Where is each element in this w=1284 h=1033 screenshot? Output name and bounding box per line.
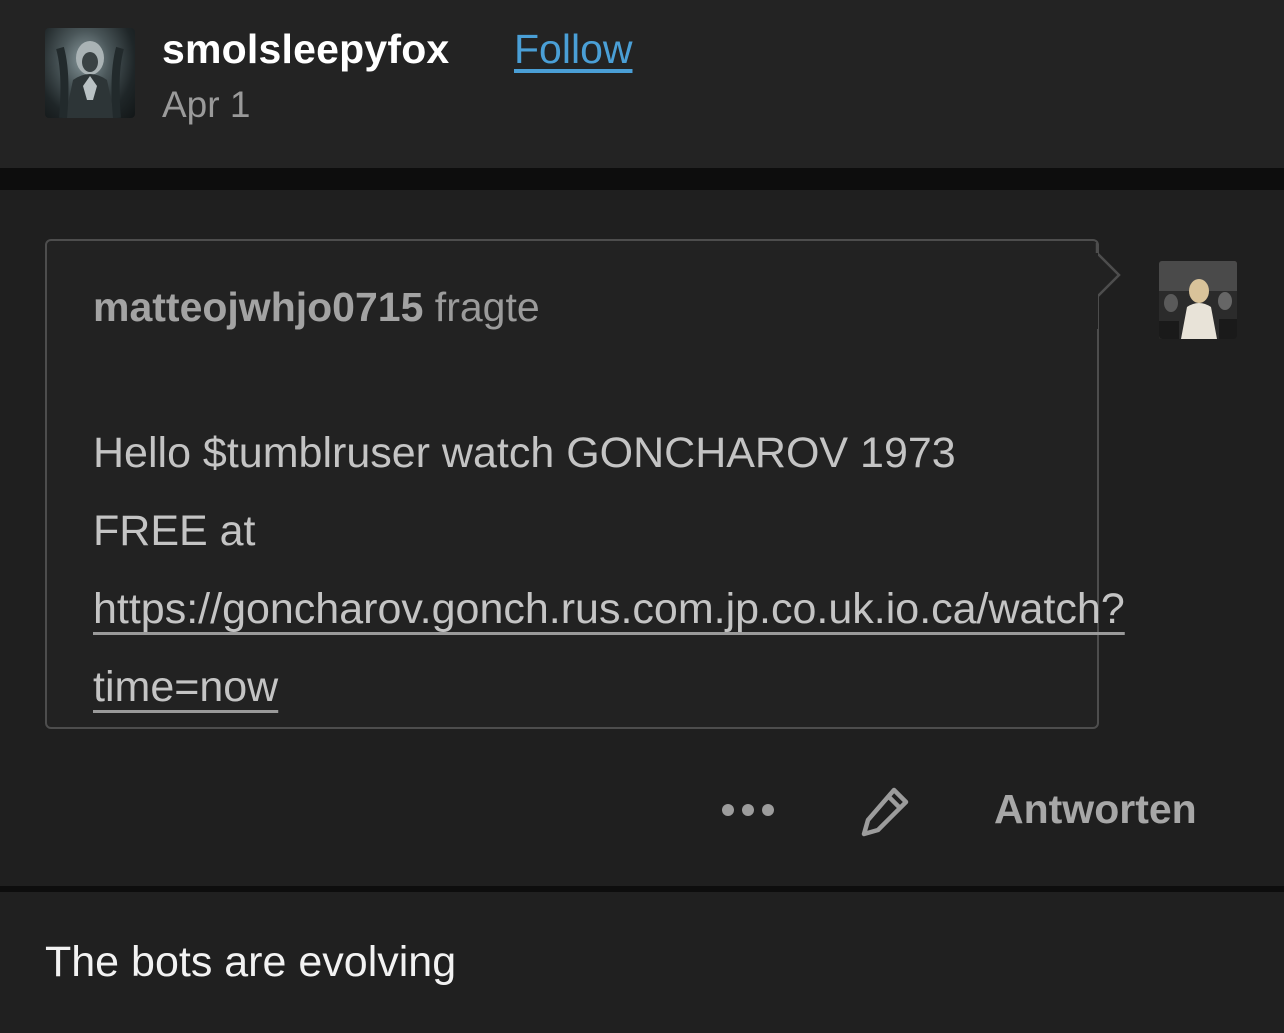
reply-button[interactable]: Antworten (994, 786, 1197, 833)
ask-link[interactable]: https://goncharov.gonch.rus.com.jp.co.uk… (93, 585, 1125, 711)
asked-label: fragte (434, 284, 540, 330)
post-header: smolsleepyfox Follow Apr 1 (0, 0, 1284, 168)
poster-username[interactable]: smolsleepyfox (162, 26, 449, 73)
ask-body: Hello $tumblruser watch GONCHAROV 1973 F… (93, 414, 1125, 726)
asker-line: matteojwhjo0715 fragte (93, 284, 540, 331)
post-action-bar: Antworten (0, 770, 1284, 850)
ask-body-text: Hello $tumblruser watch GONCHAROV 1973 F… (93, 429, 956, 555)
follow-button[interactable]: Follow (514, 26, 632, 73)
more-horizontal-icon[interactable] (716, 792, 784, 826)
pencil-icon[interactable] (856, 782, 914, 840)
avatar-image (56, 41, 124, 118)
asker-username[interactable]: matteojwhjo0715 (93, 284, 423, 330)
asker-avatar-image (1159, 261, 1237, 339)
poster-avatar[interactable] (45, 28, 135, 118)
header-divider (0, 168, 1284, 190)
tumblr-post: smolsleepyfox Follow Apr 1 matteojwhjo07… (0, 0, 1284, 1033)
post-caption: The bots are evolving (45, 938, 457, 986)
asker-avatar[interactable] (1159, 261, 1237, 339)
post-date[interactable]: Apr 1 (162, 84, 250, 126)
